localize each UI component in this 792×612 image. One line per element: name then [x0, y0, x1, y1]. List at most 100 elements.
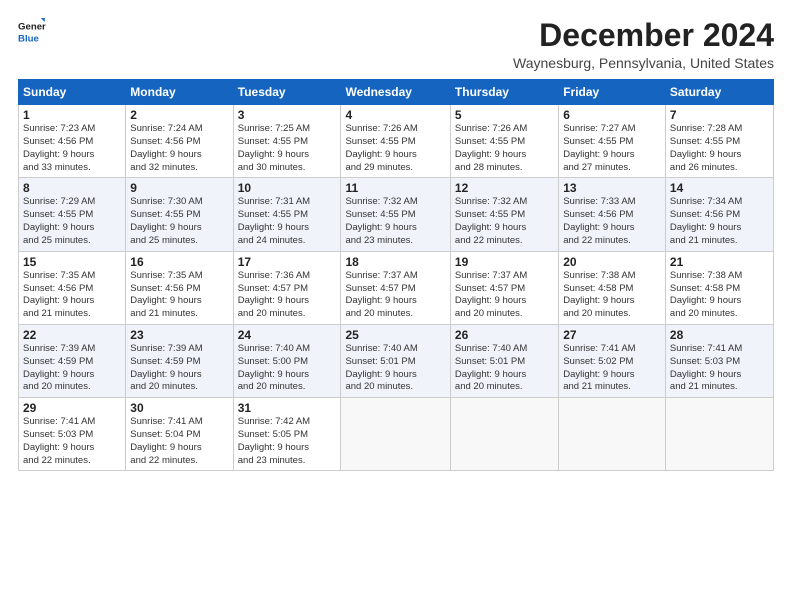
- day-number: 22: [23, 328, 121, 342]
- day-info: Sunrise: 7:37 AMSunset: 4:57 PMDaylight:…: [455, 270, 527, 319]
- day-info: Sunrise: 7:40 AMSunset: 5:01 PMDaylight:…: [455, 343, 527, 392]
- week-row-4: 22Sunrise: 7:39 AMSunset: 4:59 PMDayligh…: [19, 324, 774, 397]
- table-row: 18Sunrise: 7:37 AMSunset: 4:57 PMDayligh…: [341, 251, 450, 324]
- logo-icon: General Blue: [18, 18, 46, 46]
- day-number: 21: [670, 255, 769, 269]
- day-info: Sunrise: 7:23 AMSunset: 4:56 PMDaylight:…: [23, 123, 95, 172]
- day-info: Sunrise: 7:41 AMSunset: 5:03 PMDaylight:…: [670, 343, 742, 392]
- table-row: 4Sunrise: 7:26 AMSunset: 4:55 PMDaylight…: [341, 105, 450, 178]
- col-friday: Friday: [559, 80, 666, 105]
- col-sunday: Sunday: [19, 80, 126, 105]
- table-row: 25Sunrise: 7:40 AMSunset: 5:01 PMDayligh…: [341, 324, 450, 397]
- day-info: Sunrise: 7:34 AMSunset: 4:56 PMDaylight:…: [670, 196, 742, 245]
- day-number: 5: [455, 108, 554, 122]
- day-number: 24: [238, 328, 337, 342]
- table-row: 17Sunrise: 7:36 AMSunset: 4:57 PMDayligh…: [233, 251, 341, 324]
- svg-text:General: General: [18, 21, 46, 32]
- table-row: 15Sunrise: 7:35 AMSunset: 4:56 PMDayligh…: [19, 251, 126, 324]
- table-row: 29Sunrise: 7:41 AMSunset: 5:03 PMDayligh…: [19, 398, 126, 471]
- day-info: Sunrise: 7:24 AMSunset: 4:56 PMDaylight:…: [130, 123, 202, 172]
- col-thursday: Thursday: [450, 80, 558, 105]
- week-row-1: 1Sunrise: 7:23 AMSunset: 4:56 PMDaylight…: [19, 105, 774, 178]
- day-info: Sunrise: 7:41 AMSunset: 5:03 PMDaylight:…: [23, 416, 95, 465]
- day-number: 27: [563, 328, 661, 342]
- table-row: 30Sunrise: 7:41 AMSunset: 5:04 PMDayligh…: [126, 398, 233, 471]
- week-row-3: 15Sunrise: 7:35 AMSunset: 4:56 PMDayligh…: [19, 251, 774, 324]
- table-row: 1Sunrise: 7:23 AMSunset: 4:56 PMDaylight…: [19, 105, 126, 178]
- day-number: 10: [238, 181, 337, 195]
- day-info: Sunrise: 7:40 AMSunset: 5:01 PMDaylight:…: [345, 343, 417, 392]
- day-number: 17: [238, 255, 337, 269]
- day-number: 4: [345, 108, 445, 122]
- day-number: 23: [130, 328, 228, 342]
- table-row: 13Sunrise: 7:33 AMSunset: 4:56 PMDayligh…: [559, 178, 666, 251]
- table-row: 23Sunrise: 7:39 AMSunset: 4:59 PMDayligh…: [126, 324, 233, 397]
- table-row: 22Sunrise: 7:39 AMSunset: 4:59 PMDayligh…: [19, 324, 126, 397]
- table-row: [559, 398, 666, 471]
- day-info: Sunrise: 7:37 AMSunset: 4:57 PMDaylight:…: [345, 270, 417, 319]
- calendar-header-row: Sunday Monday Tuesday Wednesday Thursday…: [19, 80, 774, 105]
- table-row: [665, 398, 773, 471]
- day-number: 3: [238, 108, 337, 122]
- day-info: Sunrise: 7:41 AMSunset: 5:02 PMDaylight:…: [563, 343, 635, 392]
- table-row: 3Sunrise: 7:25 AMSunset: 4:55 PMDaylight…: [233, 105, 341, 178]
- day-info: Sunrise: 7:41 AMSunset: 5:04 PMDaylight:…: [130, 416, 202, 465]
- col-tuesday: Tuesday: [233, 80, 341, 105]
- svg-text:Blue: Blue: [18, 34, 39, 45]
- day-number: 20: [563, 255, 661, 269]
- col-saturday: Saturday: [665, 80, 773, 105]
- day-number: 30: [130, 401, 228, 415]
- day-number: 15: [23, 255, 121, 269]
- col-monday: Monday: [126, 80, 233, 105]
- table-row: 8Sunrise: 7:29 AMSunset: 4:55 PMDaylight…: [19, 178, 126, 251]
- table-row: 11Sunrise: 7:32 AMSunset: 4:55 PMDayligh…: [341, 178, 450, 251]
- page: General Blue December 2024 Waynesburg, P…: [0, 0, 792, 612]
- table-row: 28Sunrise: 7:41 AMSunset: 5:03 PMDayligh…: [665, 324, 773, 397]
- day-number: 19: [455, 255, 554, 269]
- day-info: Sunrise: 7:36 AMSunset: 4:57 PMDaylight:…: [238, 270, 310, 319]
- day-info: Sunrise: 7:40 AMSunset: 5:00 PMDaylight:…: [238, 343, 310, 392]
- table-row: 12Sunrise: 7:32 AMSunset: 4:55 PMDayligh…: [450, 178, 558, 251]
- location: Waynesburg, Pennsylvania, United States: [513, 55, 774, 71]
- day-number: 18: [345, 255, 445, 269]
- day-info: Sunrise: 7:26 AMSunset: 4:55 PMDaylight:…: [345, 123, 417, 172]
- day-info: Sunrise: 7:29 AMSunset: 4:55 PMDaylight:…: [23, 196, 95, 245]
- day-info: Sunrise: 7:35 AMSunset: 4:56 PMDaylight:…: [23, 270, 95, 319]
- day-number: 31: [238, 401, 337, 415]
- day-info: Sunrise: 7:26 AMSunset: 4:55 PMDaylight:…: [455, 123, 527, 172]
- table-row: 7Sunrise: 7:28 AMSunset: 4:55 PMDaylight…: [665, 105, 773, 178]
- day-number: 8: [23, 181, 121, 195]
- day-info: Sunrise: 7:33 AMSunset: 4:56 PMDaylight:…: [563, 196, 635, 245]
- week-row-5: 29Sunrise: 7:41 AMSunset: 5:03 PMDayligh…: [19, 398, 774, 471]
- table-row: 21Sunrise: 7:38 AMSunset: 4:58 PMDayligh…: [665, 251, 773, 324]
- calendar: Sunday Monday Tuesday Wednesday Thursday…: [18, 79, 774, 471]
- table-row: 19Sunrise: 7:37 AMSunset: 4:57 PMDayligh…: [450, 251, 558, 324]
- day-info: Sunrise: 7:35 AMSunset: 4:56 PMDaylight:…: [130, 270, 202, 319]
- week-row-2: 8Sunrise: 7:29 AMSunset: 4:55 PMDaylight…: [19, 178, 774, 251]
- day-number: 2: [130, 108, 228, 122]
- table-row: [450, 398, 558, 471]
- day-number: 13: [563, 181, 661, 195]
- day-number: 16: [130, 255, 228, 269]
- day-info: Sunrise: 7:39 AMSunset: 4:59 PMDaylight:…: [23, 343, 95, 392]
- col-wednesday: Wednesday: [341, 80, 450, 105]
- month-title: December 2024: [513, 18, 774, 53]
- day-number: 26: [455, 328, 554, 342]
- title-block: December 2024 Waynesburg, Pennsylvania, …: [513, 18, 774, 71]
- day-info: Sunrise: 7:32 AMSunset: 4:55 PMDaylight:…: [345, 196, 417, 245]
- table-row: [341, 398, 450, 471]
- day-number: 12: [455, 181, 554, 195]
- header: General Blue December 2024 Waynesburg, P…: [18, 18, 774, 71]
- day-number: 9: [130, 181, 228, 195]
- table-row: 5Sunrise: 7:26 AMSunset: 4:55 PMDaylight…: [450, 105, 558, 178]
- day-info: Sunrise: 7:38 AMSunset: 4:58 PMDaylight:…: [563, 270, 635, 319]
- table-row: 10Sunrise: 7:31 AMSunset: 4:55 PMDayligh…: [233, 178, 341, 251]
- table-row: 24Sunrise: 7:40 AMSunset: 5:00 PMDayligh…: [233, 324, 341, 397]
- day-info: Sunrise: 7:27 AMSunset: 4:55 PMDaylight:…: [563, 123, 635, 172]
- day-info: Sunrise: 7:31 AMSunset: 4:55 PMDaylight:…: [238, 196, 310, 245]
- day-info: Sunrise: 7:42 AMSunset: 5:05 PMDaylight:…: [238, 416, 310, 465]
- table-row: 9Sunrise: 7:30 AMSunset: 4:55 PMDaylight…: [126, 178, 233, 251]
- table-row: 16Sunrise: 7:35 AMSunset: 4:56 PMDayligh…: [126, 251, 233, 324]
- table-row: 14Sunrise: 7:34 AMSunset: 4:56 PMDayligh…: [665, 178, 773, 251]
- table-row: 20Sunrise: 7:38 AMSunset: 4:58 PMDayligh…: [559, 251, 666, 324]
